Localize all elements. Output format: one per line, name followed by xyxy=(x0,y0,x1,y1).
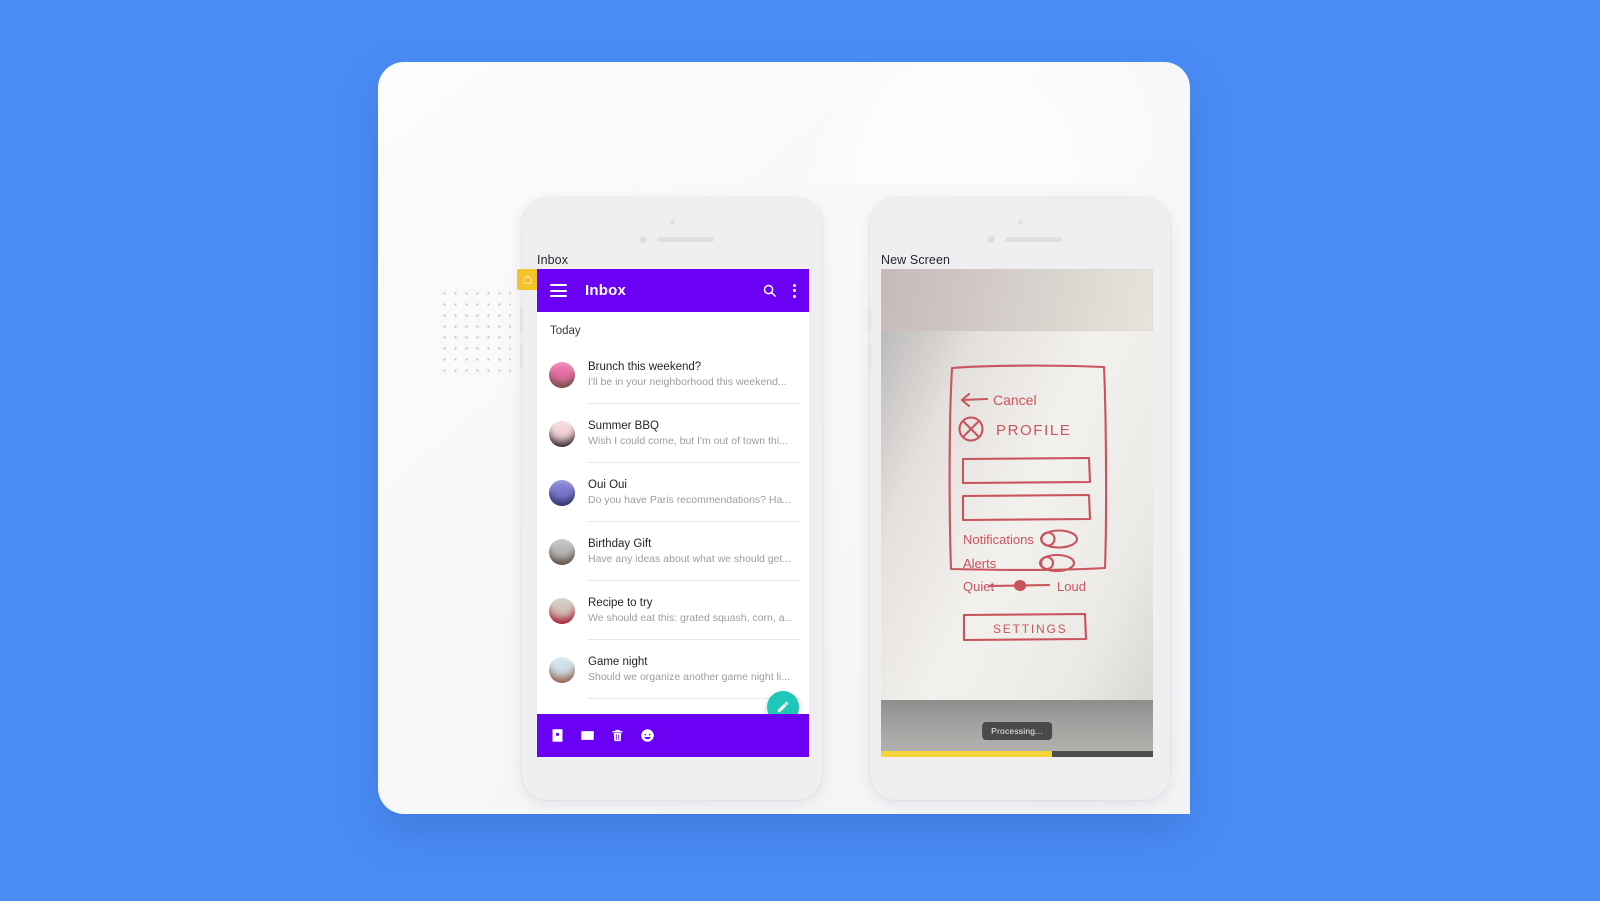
mail-snippet: Wish I could come, but I'm out of town t… xyxy=(588,434,788,447)
hand-drawn-wireframe-sketch: Cancel PROFILE Notifications Alerts Quie… xyxy=(948,364,1108,642)
list-item[interactable]: Oui Oui Do you have Paris recommendation… xyxy=(537,463,809,522)
camera-capture-screen: Cancel PROFILE Notifications Alerts Quie… xyxy=(881,269,1153,757)
list-item[interactable]: Summer BBQ Wish I could come, but I'm ou… xyxy=(537,404,809,463)
mail-snippet: Should we organize another game night li… xyxy=(588,670,790,683)
section-header-today: Today xyxy=(550,325,581,337)
front-camera-icon xyxy=(1018,220,1023,225)
screen-label-right: New Screen xyxy=(881,253,951,267)
sketch-row-label-alerts: Alerts xyxy=(963,556,997,571)
sketch-title: PROFILE xyxy=(996,422,1071,439)
dot-grid-pattern xyxy=(439,288,511,376)
app-bar-title: Inbox xyxy=(585,282,626,299)
avatar xyxy=(549,656,575,683)
home-icon-badge[interactable] xyxy=(517,269,537,290)
sketch-slider-right-label: Loud xyxy=(1057,579,1086,594)
status-toast: Processing... xyxy=(982,722,1052,740)
volume-button[interactable] xyxy=(520,308,523,334)
app-bar: Inbox xyxy=(537,269,809,312)
avatar xyxy=(549,479,575,506)
front-camera-icon xyxy=(670,220,675,225)
speaker-grill xyxy=(1005,237,1062,242)
progress-bar-track xyxy=(881,751,1153,757)
list-item[interactable]: Game night Should we organize another ga… xyxy=(537,640,809,699)
inbox-app-screen: Inbox Today Brunch this weekend? I'll be… xyxy=(537,269,809,757)
search-icon[interactable] xyxy=(762,283,777,298)
kebab-menu-icon[interactable] xyxy=(793,283,796,298)
list-item[interactable]: Recipe to try We should eat this: grated… xyxy=(537,581,809,640)
mail-list: Brunch this weekend? I'll be in your nei… xyxy=(537,345,809,699)
list-item[interactable]: Birthday Gift Have any ideas about what … xyxy=(537,522,809,581)
trash-icon[interactable] xyxy=(610,728,625,743)
avatar xyxy=(549,597,575,624)
avatar xyxy=(549,361,575,388)
list-item[interactable]: Brunch this weekend? I'll be in your nei… xyxy=(537,345,809,404)
mail-snippet: I'll be in your neighborhood this weeken… xyxy=(588,375,787,388)
pen-edit-icon xyxy=(777,701,789,713)
progress-bar-fill xyxy=(881,751,1053,757)
sketch-row-label-notifications: Notifications xyxy=(963,532,1034,547)
camera-viewfinder-top xyxy=(881,269,1153,331)
sketch-back-label: Cancel xyxy=(993,392,1037,408)
hamburger-icon[interactable] xyxy=(550,284,567,297)
mail-subject: Birthday Gift xyxy=(588,537,652,550)
sensor-icon xyxy=(988,236,995,243)
mail-snippet: Have any ideas about what we should get.… xyxy=(588,552,792,565)
avatar xyxy=(549,420,575,447)
home-icon xyxy=(522,275,532,284)
smiley-icon[interactable] xyxy=(640,728,655,743)
bottom-toolbar xyxy=(537,714,809,757)
sensor-icon xyxy=(640,236,647,243)
sketch-button-label: SETTINGS xyxy=(993,622,1067,636)
mail-subject: Recipe to try xyxy=(588,596,653,609)
speaker-grill xyxy=(657,237,714,242)
sketch-slider-left-label: Quiet xyxy=(963,579,994,594)
volume-down-button[interactable] xyxy=(520,344,523,370)
mail-subject: Game night xyxy=(588,655,648,668)
mail-subject: Brunch this weekend? xyxy=(588,360,702,373)
avatar xyxy=(549,538,575,565)
mail-subject: Summer BBQ xyxy=(588,419,659,432)
envelope-icon[interactable] xyxy=(580,728,595,743)
contact-card-icon[interactable] xyxy=(550,728,565,743)
mail-snippet: Do you have Paris recommendations? Ha... xyxy=(588,493,792,506)
volume-down-button[interactable] xyxy=(868,344,871,370)
mail-snippet: We should eat this: grated squash, corn,… xyxy=(588,611,794,624)
volume-button[interactable] xyxy=(868,308,871,334)
mail-subject: Oui Oui xyxy=(588,478,627,491)
screen-label-left: Inbox xyxy=(537,253,569,267)
